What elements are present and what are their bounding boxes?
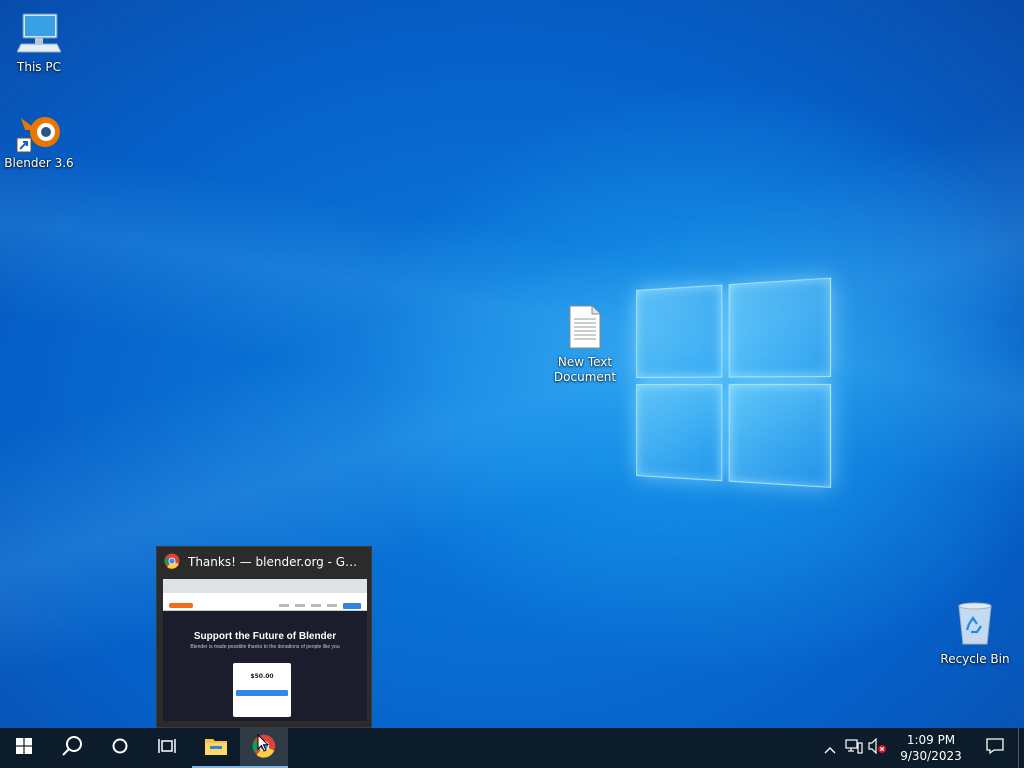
wallpaper-light-beam — [0, 0, 1024, 768]
thumbnail-title: Thanks! — blender.org - Googl... — [188, 555, 364, 569]
start-button[interactable] — [0, 728, 48, 768]
thumbnail-page-heading: Support the Future of Blender — [193, 631, 337, 642]
taskbar: 1:09 PM 9/30/2023 — [0, 728, 1024, 768]
donate-button — [343, 602, 361, 609]
thumbnail-image[interactable]: Support the Future of Blender Blender is… — [163, 579, 367, 721]
desktop-icon-blender[interactable]: Blender 3.6 — [1, 110, 77, 171]
desktop-icon-this-pc[interactable]: This PC — [1, 10, 77, 75]
chrome-icon — [164, 553, 180, 572]
search-icon — [61, 735, 83, 761]
wallpaper-light-beam — [0, 0, 1024, 768]
computer-icon — [1, 10, 77, 58]
show-hidden-icons-button[interactable] — [818, 728, 842, 768]
file-explorer-button[interactable] — [192, 728, 240, 768]
folder-icon — [204, 736, 228, 760]
desktop-icon-label: This PC — [17, 60, 61, 74]
clock[interactable]: 1:09 PM 9/30/2023 — [890, 732, 972, 764]
thumbnail-header: Thanks! — blender.org - Googl... — [157, 547, 371, 577]
donation-amount: $50.00 — [250, 673, 274, 680]
notification-icon — [986, 737, 1004, 759]
action-center-button[interactable] — [972, 728, 1018, 768]
donation-card: $50.00 — [233, 663, 291, 717]
chevron-up-icon — [824, 739, 836, 758]
search-button[interactable] — [48, 728, 96, 768]
show-desktop-button[interactable] — [1018, 728, 1024, 768]
clock-time: 1:09 PM — [906, 733, 956, 747]
thumbnail-page-sub: Blender is made possible thanks to the d… — [190, 644, 340, 650]
taskbar-thumbnail-preview[interactable]: Thanks! — blender.org - Googl... Support… — [156, 546, 372, 728]
network-icon — [845, 738, 863, 758]
desktop-icon-label: Blender 3.6 — [4, 156, 74, 170]
volume-button[interactable] — [866, 728, 890, 768]
task-view-button[interactable] — [144, 728, 192, 768]
desktop-icon-recycle-bin[interactable]: Recycle Bin — [937, 602, 1013, 667]
desktop-icon-label: Recycle Bin — [940, 652, 1010, 666]
network-button[interactable] — [842, 728, 866, 768]
windows-icon — [16, 738, 32, 758]
mouse-cursor — [257, 733, 270, 752]
cortana-button[interactable] — [96, 728, 144, 768]
recycle-bin-icon — [937, 602, 1013, 650]
text-document-icon — [547, 305, 623, 353]
volume-muted-icon — [868, 737, 888, 758]
task-view-icon — [158, 737, 178, 759]
desktop-icon-label: New Text Document — [553, 355, 617, 384]
wallpaper-windows-logo — [636, 277, 832, 493]
system-tray: 1:09 PM 9/30/2023 — [818, 728, 1024, 768]
desktop-icon-new-text-document[interactable]: New Text Document — [547, 305, 623, 385]
blender-icon — [15, 110, 63, 154]
cortana-icon — [111, 737, 129, 759]
clock-date: 9/30/2023 — [900, 749, 962, 763]
blender-logo — [169, 603, 193, 608]
